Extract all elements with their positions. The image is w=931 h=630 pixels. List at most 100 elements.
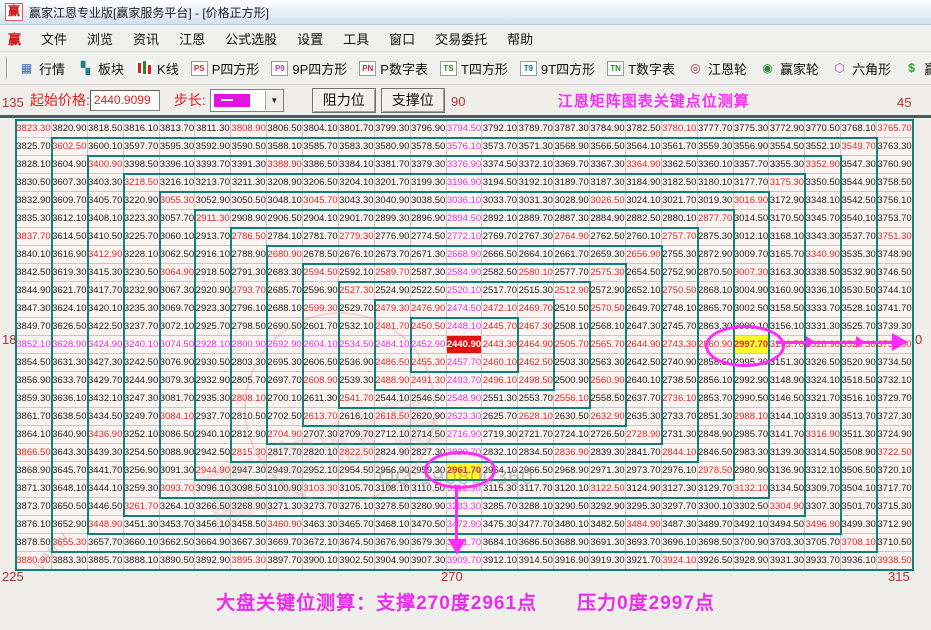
grid-cell: 3271.30 (267, 498, 303, 516)
grid-cell: 3403.30 (88, 174, 124, 192)
grid-cell: 3160.90 (769, 282, 805, 300)
winner-wheel-icon: ◉ (759, 60, 776, 76)
menu-items: 文件浏览资讯江恩公式选股设置工具窗口交易委托帮助 (31, 26, 543, 51)
grid-cell: 2940.10 (195, 426, 231, 444)
grid-cell: 3655.30 (52, 534, 88, 552)
toolbar-button-sector-blocks[interactable]: ▚板块 (77, 59, 124, 78)
resistance-button[interactable]: 阻力位 (312, 88, 376, 113)
grid-cell: 3110.50 (411, 480, 447, 498)
grid-cell: 2481.70 (375, 318, 411, 336)
toolbar: ▦行情 ▚板块 K线 PSP四方形 P99P四方形 PNP数字表 TST四方形 T99T四方形… (0, 52, 931, 85)
grid-cell: 3014.50 (734, 210, 770, 228)
grid-cell: 3852.10 (16, 336, 52, 354)
start-price-input[interactable] (90, 90, 160, 111)
grid-cell: 3268.90 (231, 498, 267, 516)
menu-item-5[interactable]: 公式选股 (215, 26, 287, 51)
angle-label-135: 135 (2, 95, 24, 110)
menu-item-7[interactable]: 工具 (333, 26, 379, 51)
toolbar-button-dollar-service[interactable]: $赢家服务 (903, 59, 931, 78)
grid-cell: 3254.50 (124, 444, 160, 462)
grid-cell: 2875.30 (698, 228, 734, 246)
grid-cell: 3590.50 (231, 138, 267, 156)
grid-cell: 3787.30 (554, 120, 590, 138)
angle-label-270: 270 (441, 569, 463, 584)
toolbar-label: T数字表 (628, 59, 675, 78)
grid-cell: 3244.90 (124, 372, 160, 390)
grid-cell: 3794.50 (447, 120, 483, 138)
grid-cell: 3789.70 (518, 120, 554, 138)
toolbar-label: T四方形 (461, 59, 508, 78)
grid-cell: 2474.50 (447, 300, 483, 318)
grid-cell: 2637.70 (626, 390, 662, 408)
toolbar-button-hexagon[interactable]: ⬡六角形 (831, 59, 891, 78)
grid-cell: 2491.30 (411, 372, 447, 390)
toolbar-button-quote-table[interactable]: ▦行情 (18, 59, 65, 78)
grid-cell: 3228.10 (124, 246, 160, 264)
toolbar-label: 板块 (98, 59, 124, 78)
grid-cell: 2565.70 (590, 336, 626, 354)
grid-cell: 2870.50 (698, 264, 734, 282)
grid-cell: 3883.30 (52, 552, 88, 570)
grid-cell: 3619.30 (52, 264, 88, 282)
chevron-down-icon[interactable]: ▼ (265, 91, 283, 110)
grid-cell: 3444.10 (88, 480, 124, 498)
grid-cell: 3638.50 (52, 408, 88, 426)
menu-item-3[interactable]: 资讯 (123, 26, 169, 51)
grid-cell: 3724.90 (877, 426, 913, 444)
grid-cell: 3484.90 (626, 516, 662, 534)
grid-cell: 3681.70 (447, 534, 483, 552)
grid-cell: 3252.10 (124, 426, 160, 444)
grid-cell: 2724.10 (554, 426, 590, 444)
title-bar: 赢 赢家江恩专业版[赢家服务平台] - [价格正方形] (0, 0, 931, 25)
grid-cell: 2584.90 (447, 264, 483, 282)
support-button[interactable]: 支撑位 (381, 88, 445, 113)
grid-cell: 2544.10 (375, 390, 411, 408)
grid-cell: 3652.90 (52, 516, 88, 534)
menu-item-1[interactable]: 文件 (31, 26, 77, 51)
toolbar-button-gann-wheel[interactable]: ◎江恩轮 (687, 59, 747, 78)
toolbar-button-p9-square[interactable]: P99P四方形 (271, 59, 347, 78)
grid-cell: 3328.90 (805, 336, 841, 354)
angle-label-45: 45 (897, 95, 911, 110)
grid-cell: 3439.30 (88, 444, 124, 462)
grid-cell: 2539.30 (339, 372, 375, 390)
grid-cell: 2596.90 (303, 282, 339, 300)
grid-cell: 2695.30 (267, 354, 303, 372)
grid-cell: 2692.90 (267, 336, 303, 354)
toolbar-label: 9P四方形 (292, 59, 347, 78)
toolbar-button-t-number-table[interactable]: TNT数字表 (607, 59, 675, 78)
grid-cell: 3384.10 (339, 156, 375, 174)
menu-item-4[interactable]: 江恩 (169, 26, 215, 51)
grid-cell: 3086.50 (160, 426, 196, 444)
toolbar-button-kline-candles[interactable]: K线 (136, 59, 179, 78)
toolbar-button-p-number-table[interactable]: PNP数字表 (359, 59, 428, 78)
grid-cell: 3705.70 (805, 534, 841, 552)
grid-cell: 3458.50 (231, 516, 267, 534)
grid-cell: 3542.50 (841, 192, 877, 210)
toolbar-button-p-square[interactable]: PSP四方形 (191, 59, 260, 78)
toolbar-button-t9-square[interactable]: T99T四方形 (520, 59, 595, 78)
step-style-dropdown[interactable]: ▼ (210, 89, 284, 112)
menu-item-8[interactable]: 窗口 (379, 26, 425, 51)
grid-cell: 3100.90 (267, 480, 303, 498)
menu-item-10[interactable]: 帮助 (497, 26, 543, 51)
grid-cell: 3364.90 (626, 156, 662, 174)
grid-cell: 2659.30 (590, 246, 626, 264)
grid-cell: 2954.50 (339, 462, 375, 480)
grid-cell: 2462.50 (518, 354, 554, 372)
menu-item-2[interactable]: 浏览 (77, 26, 123, 51)
menu-item-9[interactable]: 交易委托 (425, 26, 497, 51)
menu-item-6[interactable]: 设置 (287, 26, 333, 51)
grid-cell: 3446.50 (88, 498, 124, 516)
grid-cell: 2944.90 (195, 462, 231, 480)
toolbar-button-t-square[interactable]: TST四方形 (440, 59, 508, 78)
grid-cell: 2620.90 (411, 408, 447, 426)
grid-cell: 3393.70 (195, 156, 231, 174)
grid-cell: 2769.70 (482, 228, 518, 246)
grid-cell: 3535.30 (841, 246, 877, 264)
grid-cell: 2860.90 (698, 336, 734, 354)
grid-cell: 2577.70 (554, 264, 590, 282)
grid-cell: 3232.90 (124, 282, 160, 300)
toolbar-button-winner-wheel[interactable]: ◉赢家轮 (759, 59, 819, 78)
grid-cell: 2894.50 (447, 210, 483, 228)
